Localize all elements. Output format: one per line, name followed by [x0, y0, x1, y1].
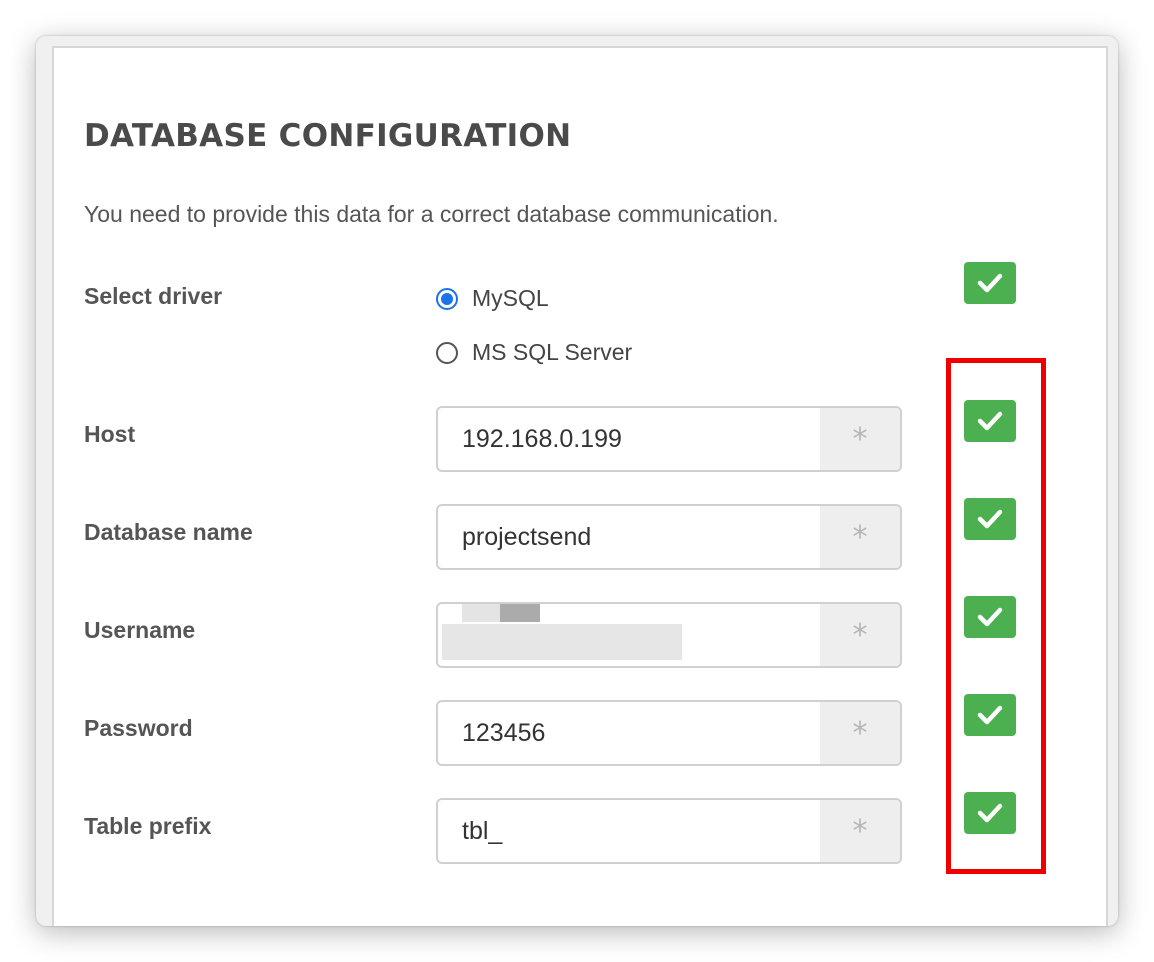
username-label: Username — [84, 617, 196, 643]
password-required-addon: * — [820, 702, 900, 764]
username-input-group[interactable]: * — [436, 602, 902, 668]
database-config-panel: DATABASE CONFIGURATION You need to provi… — [52, 46, 1108, 926]
host-required-addon: * — [820, 408, 900, 470]
driver-check-badge — [964, 262, 1016, 304]
app-window: DATABASE CONFIGURATION You need to provi… — [36, 36, 1118, 926]
password-input-group: * — [436, 700, 902, 766]
driver-option-mssql[interactable]: MS SQL Server — [436, 339, 632, 366]
password-input[interactable] — [438, 702, 820, 764]
highlight-annotation-box — [946, 358, 1046, 874]
username-redacted-value[interactable] — [438, 604, 820, 666]
page-title: DATABASE CONFIGURATION — [84, 118, 572, 154]
host-input-group: * — [436, 406, 902, 472]
database-name-input-group: * — [436, 504, 902, 570]
username-required-addon: * — [820, 604, 900, 666]
select-driver-label: Select driver — [84, 283, 223, 309]
mssql-radio[interactable] — [436, 341, 458, 364]
page-description: You need to provide this data for a corr… — [84, 201, 779, 227]
mysql-radio-label: MySQL — [472, 285, 549, 311]
host-label: Host — [84, 421, 136, 447]
check-icon — [977, 273, 1003, 293]
mysql-radio[interactable] — [436, 287, 458, 310]
asterisk-icon: * — [852, 421, 868, 457]
database-name-input[interactable] — [438, 506, 820, 568]
mssql-radio-label: MS SQL Server — [472, 339, 633, 365]
driver-option-mysql[interactable]: MySQL — [436, 285, 549, 312]
asterisk-icon: * — [852, 617, 868, 653]
table-prefix-required-addon: * — [820, 800, 900, 862]
host-input[interactable] — [438, 408, 820, 470]
asterisk-icon: * — [852, 813, 868, 849]
database-name-label: Database name — [84, 519, 253, 545]
database-name-required-addon: * — [820, 506, 900, 568]
password-label: Password — [84, 715, 193, 741]
table-prefix-label: Table prefix — [84, 813, 212, 839]
asterisk-icon: * — [852, 519, 868, 555]
table-prefix-input-group: * — [436, 798, 902, 864]
table-prefix-input[interactable] — [438, 800, 820, 862]
asterisk-icon: * — [852, 715, 868, 751]
